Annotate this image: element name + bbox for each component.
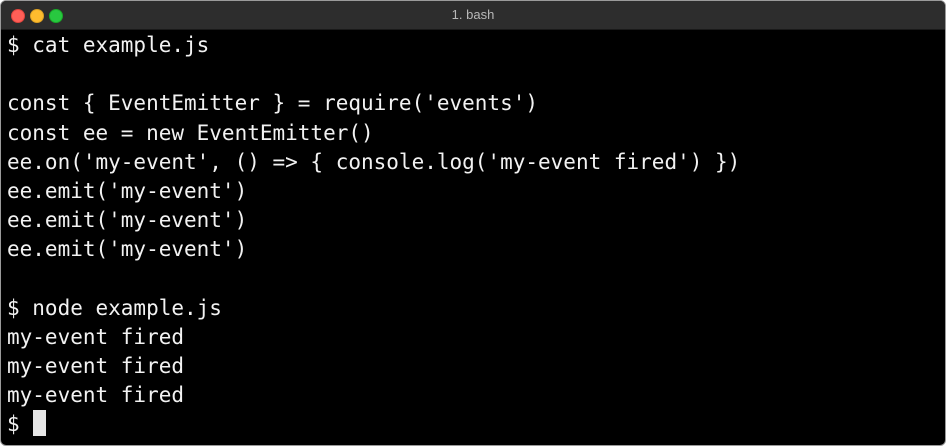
title-bar[interactable]: 1. bash — [1, 1, 945, 30]
terminal-window: 1. bash $ cat example.js const { EventEm… — [0, 0, 946, 446]
window-title: 1. bash — [451, 7, 495, 22]
terminal-line: $ cat example.js — [7, 33, 210, 57]
terminal-line: my-event fired — [7, 324, 185, 349]
prompt-line[interactable]: $ — [7, 410, 939, 439]
terminal-line: ee.on('my-event', () => { console.log('m… — [7, 149, 741, 174]
terminal-line: ee.emit('my-event') — [7, 208, 248, 233]
terminal-line: const { EventEmitter } = require('events… — [7, 91, 539, 116]
text-cursor — [33, 410, 47, 437]
terminal-line: ee.emit('my-event') — [7, 237, 248, 262]
terminal-line: my-event fired — [7, 383, 185, 408]
terminal-line: ee.emit('my-event') — [7, 178, 248, 203]
prompt: $ — [7, 412, 33, 437]
terminal-output[interactable]: $ cat example.js const { EventEmitter } … — [7, 31, 939, 445]
terminal-line: my-event fired — [7, 354, 185, 379]
terminal-line: $ node example.js — [7, 295, 222, 320]
terminal-line: const ee = new EventEmitter() — [7, 120, 374, 145]
